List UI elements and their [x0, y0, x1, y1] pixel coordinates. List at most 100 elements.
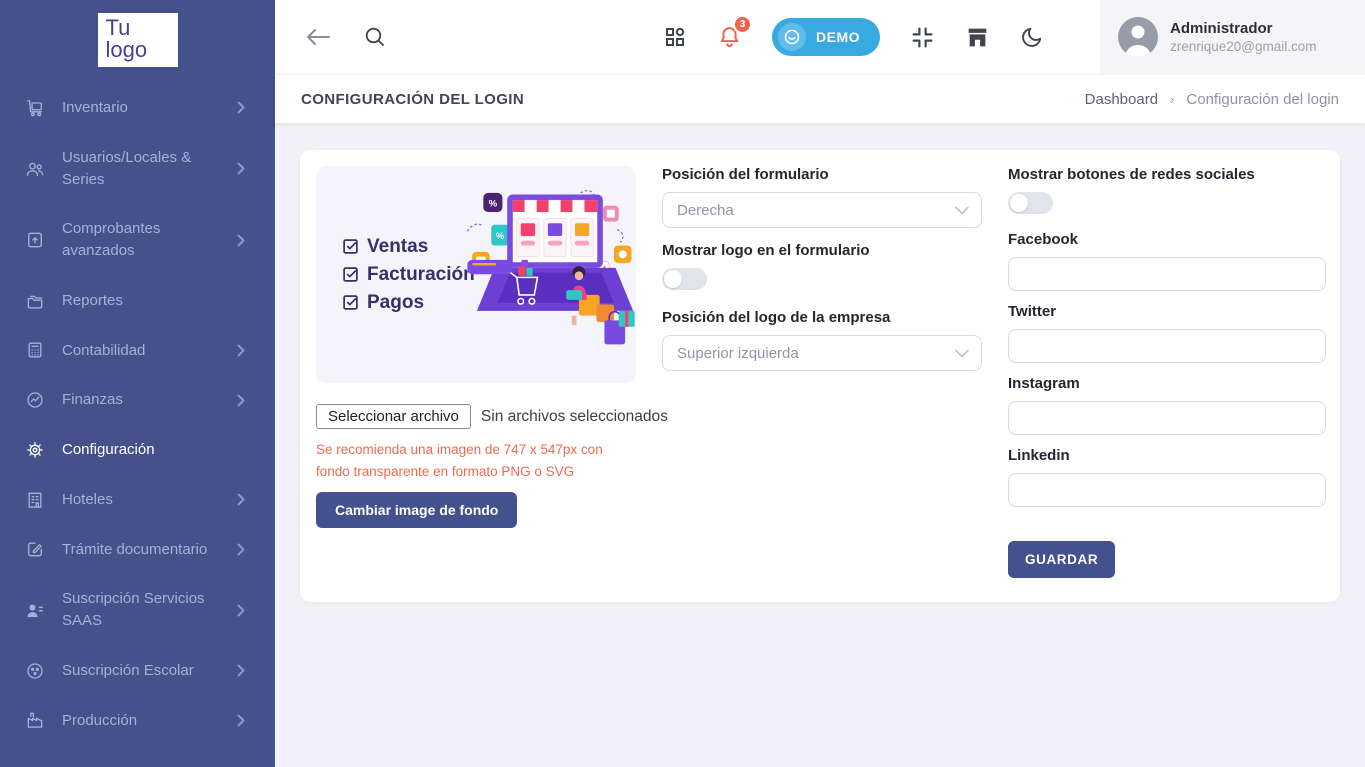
breadcrumb-dashboard[interactable]: Dashboard	[1085, 91, 1158, 108]
sidebar-item-label: Contabilidad	[62, 340, 220, 362]
gear-icon	[25, 440, 45, 460]
logo-line1: Tu	[106, 17, 170, 39]
show-logo-label: Mostrar logo en el formulario	[662, 242, 982, 259]
svg-text:%: %	[495, 231, 504, 242]
login-background-preview: Ventas Facturación Pagos	[316, 166, 636, 383]
login-config-card: Ventas Facturación Pagos	[300, 150, 1340, 602]
feature-item: Ventas	[342, 236, 475, 258]
checkbox-icon	[342, 294, 359, 311]
facebook-input[interactable]	[1008, 257, 1326, 291]
feature-label: Facturación	[367, 264, 475, 286]
linkedin-input[interactable]	[1008, 473, 1326, 507]
sidebar-item-configuraci-n[interactable]: Configuración	[0, 425, 275, 475]
app-root: Tu logo Inventario Usuarios/Locales & Ser…	[0, 0, 1365, 767]
linkedin-label: Linkedin	[1008, 447, 1326, 464]
sidebar-item-label: Suscripción Servicios SAAS	[62, 588, 220, 632]
save-button[interactable]: GUARDAR	[1008, 541, 1115, 578]
sidebar-item-inventario[interactable]: Inventario	[0, 83, 275, 133]
chevron-right-icon: ›	[1170, 92, 1174, 107]
svg-text:%: %	[488, 198, 497, 209]
logo-position-value: Superior izquierda	[677, 345, 955, 362]
image-size-warning: Se recomienda una imagen de 747 x 547px …	[316, 439, 636, 482]
inventory-icon	[25, 98, 45, 118]
sidebar-item-suscripci-n-servicios-saas[interactable]: Suscripción Servicios SAAS	[0, 574, 275, 646]
finance-icon	[25, 390, 45, 410]
sidebar-item-finanzas[interactable]: Finanzas	[0, 375, 275, 425]
sidebar-item-label: Inventario	[62, 97, 220, 119]
chevron-down-icon	[955, 206, 969, 215]
sidebar-item-tr-mite-documentario[interactable]: Trámite documentario	[0, 525, 275, 575]
logo-position-label: Posición del logo de la empresa	[662, 309, 982, 326]
reports-icon	[25, 291, 45, 311]
chevron-down-icon	[955, 349, 969, 358]
sidebar-item-label: Finanzas	[62, 389, 220, 411]
instagram-label: Instagram	[1008, 375, 1326, 392]
feature-item: Pagos	[342, 292, 475, 314]
social-buttons-toggle[interactable]	[1008, 192, 1053, 214]
ecommerce-illustration: % %	[461, 175, 636, 375]
company-logo[interactable]: Tu logo	[98, 13, 178, 67]
feature-label: Pagos	[367, 292, 424, 314]
demo-button[interactable]: DEMO	[772, 18, 880, 56]
chevron-right-icon	[237, 344, 247, 357]
sidebar-item-label: Configuración	[62, 439, 220, 461]
vouchers-icon	[25, 230, 45, 250]
users-icon	[25, 159, 45, 179]
sidebar-item-label: Trámite documentario	[62, 539, 220, 561]
sidebar-item-usuarios-locales-series[interactable]: Usuarios/Locales & Series	[0, 133, 275, 205]
sidebar-item-label: Hoteles	[62, 489, 220, 511]
sidebar-item-contabilidad[interactable]: Contabilidad	[0, 326, 275, 376]
accounting-icon	[25, 340, 45, 360]
show-logo-toggle[interactable]	[662, 268, 707, 290]
notification-badge: 3	[733, 15, 752, 34]
change-background-button[interactable]: Cambiar image de fondo	[316, 492, 517, 528]
sidebar-item-comprobantes-avanzados[interactable]: Comprobantes avanzados	[0, 204, 275, 276]
user-menu[interactable]: Administrador zrenrique20@gmail.com	[1100, 0, 1365, 75]
sidebar-item-label: Producción	[62, 710, 220, 732]
sidebar-item-label: Reportes	[62, 290, 220, 312]
sidebar: Tu logo Inventario Usuarios/Locales & Ser…	[0, 0, 275, 767]
logo-line2: logo	[106, 39, 170, 61]
chevron-right-icon	[237, 664, 247, 677]
file-status-text: Sin archivos seleccionados	[481, 408, 668, 426]
demo-label: DEMO	[816, 29, 860, 45]
file-upload-row: Seleccionar archivo Sin archivos selecci…	[316, 404, 636, 429]
hotel-icon	[25, 490, 45, 510]
twitter-label: Twitter	[1008, 303, 1326, 320]
factory-icon	[25, 710, 45, 730]
social-column: Mostrar botones de redes sociales Facebo…	[1008, 166, 1326, 578]
document-edit-icon	[25, 539, 45, 559]
sidebar-nav: Inventario Usuarios/Locales & Series Compr…	[0, 83, 275, 745]
sidebar-item-producci-n[interactable]: Producción	[0, 696, 275, 746]
chevron-right-icon	[237, 714, 247, 727]
breadcrumb-current: Configuración del login	[1186, 91, 1339, 108]
back-arrow-icon[interactable]	[305, 26, 331, 48]
sidebar-item-suscripci-n-escolar[interactable]: Suscripción Escolar	[0, 646, 275, 696]
feature-label: Ventas	[367, 236, 428, 258]
header-left	[275, 25, 387, 49]
sidebar-item-label: Comprobantes avanzados	[62, 218, 220, 262]
logo-position-select[interactable]: Superior izquierda	[662, 335, 982, 371]
feature-item: Facturación	[342, 264, 475, 286]
social-buttons-label: Mostrar botones de redes sociales	[1008, 166, 1326, 183]
checkbox-icon	[342, 266, 359, 283]
apps-grid-icon[interactable]	[663, 25, 687, 49]
moon-icon[interactable]	[1020, 25, 1044, 49]
breadcrumb: Dashboard › Configuración del login	[1085, 91, 1339, 108]
layout-options-column: Posición del formulario Derecha Mostrar …	[662, 166, 982, 578]
store-icon[interactable]	[965, 25, 990, 50]
instagram-input[interactable]	[1008, 401, 1326, 435]
main-area: 3 DEMO	[275, 0, 1365, 767]
twitter-input[interactable]	[1008, 329, 1326, 363]
user-avatar-icon	[1118, 17, 1158, 57]
facebook-label: Facebook	[1008, 231, 1326, 248]
select-file-button[interactable]: Seleccionar archivo	[316, 404, 471, 429]
chevron-right-icon	[237, 604, 247, 617]
search-icon[interactable]	[363, 25, 387, 49]
form-position-select[interactable]: Derecha	[662, 192, 982, 228]
form-position-value: Derecha	[677, 202, 955, 219]
chevron-right-icon	[237, 394, 247, 407]
sidebar-item-reportes[interactable]: Reportes	[0, 276, 275, 326]
compress-icon[interactable]	[910, 25, 935, 50]
sidebar-item-hoteles[interactable]: Hoteles	[0, 475, 275, 525]
